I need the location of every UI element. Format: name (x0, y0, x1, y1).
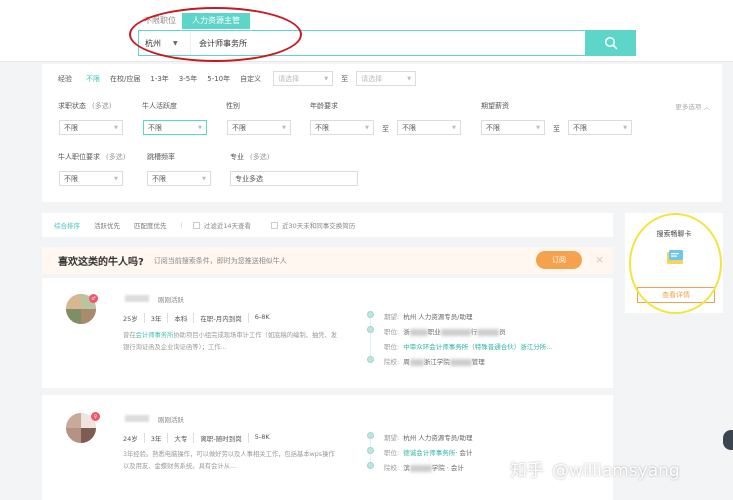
candidate-description: 3年经验。熟悉电脑操作，可以做好劳以及人事相关工作，包括基本wps操作以及用友、… (123, 451, 335, 470)
candidate-name-blurred (125, 415, 149, 422)
salary-label: 期望薪资 (481, 102, 509, 110)
age-from-select[interactable]: 不限 ▼ (310, 120, 374, 135)
search-tabs: 不限职位 人力资源主管 (144, 13, 250, 29)
job-status-label: 求职状态 (多选) (58, 102, 112, 110)
expect-line: 期望: 杭州 人力资源专员/助理 (384, 313, 473, 321)
watermark-logo: 知乎 (510, 461, 544, 481)
side-card-title: 搜索畅聊卡 (656, 230, 692, 238)
exp-option-custom[interactable]: 自定义 (240, 74, 261, 84)
job-hopping-select[interactable]: 不限 ▼ (147, 171, 211, 186)
subscribe-banner: 喜欢这类的牛人吗? 订阅当前搜索条件，即时为您推送相似牛人 订阅 × (42, 247, 613, 274)
exp-from-select[interactable]: 请选择 ▼ (273, 71, 334, 86)
exp-option-graduate[interactable]: 在校/应届 (110, 74, 140, 84)
exp-option-1-3[interactable]: 1-3年 (150, 74, 168, 84)
sort-bar: 综合排序 活跃优先 匹配度优先 | 过滤近14天查看 近30天未和同事交换简历 (42, 213, 613, 237)
city-value: 杭州 (145, 38, 161, 48)
expect-dot-icon (367, 311, 374, 318)
gender-label: 性别 (226, 102, 240, 110)
candidate-card[interactable]: ♂ 刚刚活跃 25岁 3年 本科 在职-月内到岗 6-8K 曾在会计师事务所协助… (42, 278, 613, 388)
candidate-info: 25岁 3年 本科 在职-月内到岗 6-8K (123, 313, 276, 323)
search-box: 杭州 ▼ (138, 30, 586, 56)
view-details-button[interactable]: 查看详情 (637, 287, 715, 303)
salary-to-label: 至 (553, 125, 560, 133)
gender-badge-icon: ♀ (91, 412, 100, 421)
candidate-name-blurred (125, 295, 149, 302)
city-select[interactable]: 杭州 ▼ (139, 31, 191, 55)
age-to-select[interactable]: 不限 ▼ (397, 120, 461, 135)
chat-card-icon (667, 250, 683, 264)
position-dot-icon (367, 447, 374, 454)
active-status: 刚刚活跃 (158, 416, 184, 424)
position-line-2: 职位: 中审众环会计师事务所（特殊普通合伙）浙江分所... (384, 343, 553, 351)
candidate-card[interactable]: ♀ 刚刚活跃 24岁 3年 大专 离职-随时到岗 5-8K 3年经验。熟悉电脑操… (42, 395, 613, 500)
tab-all-positions[interactable]: 不限职位 (144, 13, 182, 29)
expect-line: 期望: 杭州 人力资源专员/助理 (384, 434, 473, 442)
school-line: 院校: 滨学院 · 会计 (384, 464, 464, 472)
exp-to-placeholder: 请选择 (361, 74, 383, 83)
school-line: 院校: 周浙江学院 管理 (384, 358, 485, 366)
chevron-down-icon: ▼ (407, 75, 412, 82)
job-hopping-label: 跳槽频率 (147, 153, 175, 161)
expect-dot-icon (367, 432, 374, 439)
sort-match-first[interactable]: 匹配度优先 (134, 220, 167, 230)
more-options-link[interactable]: 更多选项 ︿ (675, 101, 710, 111)
salary-from-select[interactable]: 不限 ▼ (481, 120, 545, 135)
position-line: 职位: 德诚会计师事务所· 会计 (384, 449, 473, 457)
exp-from-placeholder: 请选择 (278, 74, 300, 83)
close-icon[interactable]: × (595, 253, 604, 266)
filter-30-days-checkbox[interactable]: 近30天未和同事交换简历 (270, 220, 355, 230)
position-dot-icon (367, 326, 374, 333)
exp-option-5-10[interactable]: 5-10年 (207, 74, 230, 84)
activity-label: 牛人活跃度 (142, 102, 177, 110)
experience-row: 经验 不限 在校/应届 1-3年 3-5年 5-10年 自定义 请选择 ▼ 至 … (58, 71, 417, 86)
active-status: 刚刚活跃 (158, 296, 184, 304)
job-status-select[interactable]: 不限 ▼ (59, 120, 123, 135)
sort-active-first[interactable]: 活跃优先 (94, 220, 120, 230)
filter-14-days-checkbox[interactable]: 过滤近14天查看 (192, 220, 251, 230)
age-label: 年龄要求 (310, 102, 338, 110)
salary-to-select[interactable]: 不限 ▼ (568, 120, 632, 135)
major-select[interactable]: 专业多选 (230, 171, 358, 186)
subscribe-button[interactable]: 订阅 (536, 251, 582, 269)
experience-label: 经验 (58, 74, 72, 83)
exp-to-label: 至 (341, 74, 349, 83)
position-req-label: 牛人职位要求 (多选) (58, 153, 126, 161)
filter-panel: 经验 不限 在校/应届 1-3年 3-5年 5-10年 自定义 请选择 ▼ 至 … (42, 64, 722, 202)
watermark-handle: @williamsyang (552, 461, 680, 481)
caret-down-icon: ▼ (173, 39, 178, 47)
position-line-1: 职位: 浙职业行员 (384, 328, 506, 336)
sort-overall[interactable]: 综合排序 (54, 220, 80, 230)
position-req-select[interactable]: 不限 ▼ (59, 171, 123, 186)
school-dot-icon (367, 462, 374, 469)
sort-separator: | (180, 221, 183, 229)
chevron-down-icon: ▼ (324, 75, 329, 82)
floating-service-tab[interactable] (723, 430, 733, 450)
tab-hr-manager[interactable]: 人力资源主管 (182, 13, 250, 29)
school-dot-icon (367, 356, 374, 363)
candidate-info: 24岁 3年 大专 离职-随时到岗 5-8K (123, 433, 276, 443)
activity-select[interactable]: 不限 ▼ (143, 120, 207, 135)
search-header: 不限职位 人力资源主管 杭州 ▼ (0, 0, 733, 62)
exp-option-3-5[interactable]: 3-5年 (179, 74, 197, 84)
exp-to-select[interactable]: 请选择 ▼ (356, 71, 417, 86)
age-to-label: 至 (382, 125, 389, 133)
banner-title: 喜欢这类的牛人吗? (58, 257, 144, 268)
exp-option-any[interactable]: 不限 (86, 74, 100, 84)
banner-subtitle: 订阅当前搜索条件，即时为您推送相似牛人 (153, 256, 287, 265)
gender-select[interactable]: 不限 ▼ (227, 120, 291, 135)
keyword-input[interactable] (191, 31, 585, 55)
search-button[interactable] (586, 30, 636, 56)
search-chat-card: 搜索畅聊卡 查看详情 (625, 213, 723, 313)
watermark: 知乎 @williamsyang (510, 456, 680, 481)
candidate-description: 曾在会计师事务所协助项目小组完成现场审计工作（如底稿的编制、抽凭、发银行询证函及… (123, 332, 338, 351)
search-icon (604, 36, 618, 50)
major-label: 专业 (多选) (230, 153, 270, 161)
gender-badge-icon: ♂ (89, 294, 98, 303)
